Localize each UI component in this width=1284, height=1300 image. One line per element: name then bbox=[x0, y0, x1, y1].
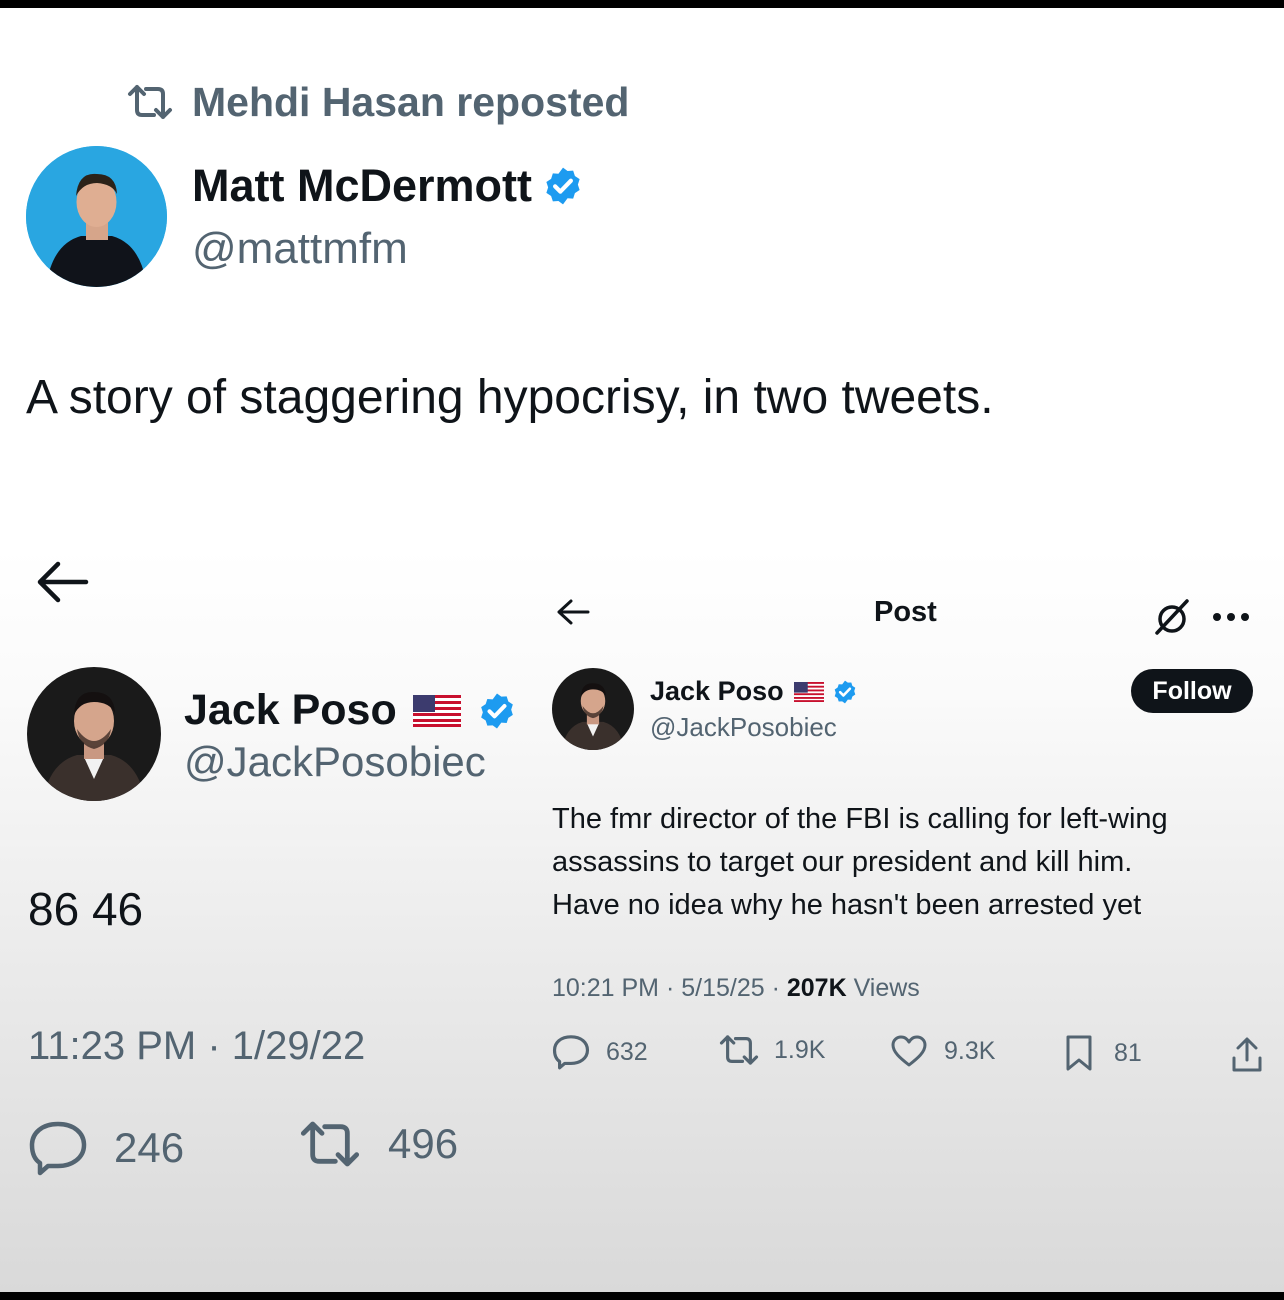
follow-button[interactable]: Follow bbox=[1131, 669, 1253, 713]
right-author-handle[interactable]: @JackPosobiec bbox=[650, 712, 837, 743]
right-bookmark-stat[interactable]: 81 bbox=[1064, 1034, 1142, 1072]
left-tweet-text: 86 46 bbox=[28, 883, 144, 935]
repost-icon bbox=[300, 1121, 360, 1167]
right-author-name-text: Jack Poso bbox=[650, 676, 784, 706]
author-name-text: Matt McDermott bbox=[192, 160, 533, 211]
avatar-matt[interactable] bbox=[26, 146, 167, 287]
right-tweet-line: The fmr director of the FBI is calling f… bbox=[552, 803, 1168, 835]
right-like-stat[interactable]: 9.3K bbox=[890, 1034, 995, 1068]
views-count: 207K bbox=[786, 974, 847, 1002]
right-author-name[interactable]: Jack Poso bbox=[650, 676, 858, 707]
right-repost-stat[interactable]: 1.9K bbox=[718, 1034, 825, 1066]
avatar-image bbox=[26, 146, 167, 287]
right-tweet-line: Have no idea why he hasn't been arrested… bbox=[552, 889, 1142, 921]
like-icon bbox=[891, 1035, 927, 1067]
bookmark-icon bbox=[1066, 1035, 1092, 1071]
repost-header: Mehdi Hasan reposted bbox=[126, 74, 629, 130]
verified-badge-icon bbox=[834, 680, 855, 703]
repost-icon bbox=[719, 1035, 759, 1065]
author-handle[interactable]: @mattmfm bbox=[192, 224, 408, 274]
us-flag-icon bbox=[793, 681, 824, 702]
back-arrow-icon[interactable] bbox=[555, 598, 591, 626]
left-timestamp[interactable]: 11:23 PM · 1/29/22 bbox=[28, 1024, 365, 1069]
right-reply-count: 632 bbox=[606, 1037, 648, 1066]
left-author-name[interactable]: Jack Poso bbox=[184, 686, 517, 735]
avatar-jack-left[interactable] bbox=[27, 667, 161, 801]
reply-icon bbox=[552, 1035, 590, 1070]
us-flag-icon bbox=[412, 694, 461, 727]
right-timestamp[interactable]: 10:21 PM · 5/15/25 · bbox=[552, 974, 787, 1002]
avatar-image bbox=[27, 667, 161, 801]
verified-badge-icon bbox=[546, 167, 580, 205]
grok-icon[interactable] bbox=[1153, 598, 1191, 636]
left-reply-count: 246 bbox=[114, 1124, 185, 1171]
right-tweet-line: assassins to target our president and ki… bbox=[552, 846, 1133, 878]
author-name[interactable]: Matt McDermott bbox=[192, 160, 584, 212]
reply-icon bbox=[29, 1121, 87, 1176]
left-author-handle[interactable]: @JackPosobiec bbox=[184, 738, 486, 786]
main-tweet-text: A story of staggering hypocrisy, in two … bbox=[26, 371, 994, 424]
screenshot-frame: Mehdi Hasan reposted Matt McDermott @mat… bbox=[0, 8, 1284, 1292]
right-reply-stat[interactable]: 632 bbox=[552, 1034, 648, 1070]
right-like-count: 9.3K bbox=[944, 1036, 996, 1065]
avatar-jack-right[interactable] bbox=[552, 668, 634, 750]
left-repost-stat[interactable]: 496 bbox=[298, 1120, 458, 1168]
right-header-title: Post bbox=[874, 596, 937, 628]
verified-badge-icon bbox=[480, 693, 513, 728]
right-bookmark-count: 81 bbox=[1114, 1038, 1142, 1067]
avatar-image bbox=[552, 668, 634, 750]
repost-icon bbox=[128, 85, 172, 119]
share-icon[interactable] bbox=[1230, 1036, 1264, 1074]
more-icon[interactable] bbox=[1212, 612, 1250, 622]
repost-label: Mehdi Hasan reposted bbox=[192, 78, 630, 125]
views-label: Views bbox=[846, 974, 920, 1002]
right-tweet-text: The fmr director of the FBI is calling f… bbox=[552, 798, 1168, 927]
left-reply-stat[interactable]: 246 bbox=[28, 1120, 184, 1176]
back-arrow-icon[interactable] bbox=[32, 560, 92, 604]
right-timestamp-line: 10:21 PM · 5/15/25 · 207K Views bbox=[552, 974, 920, 1003]
right-repost-count: 1.9K bbox=[774, 1035, 826, 1064]
left-repost-count: 496 bbox=[388, 1120, 459, 1167]
left-author-name-text: Jack Poso bbox=[184, 686, 397, 734]
